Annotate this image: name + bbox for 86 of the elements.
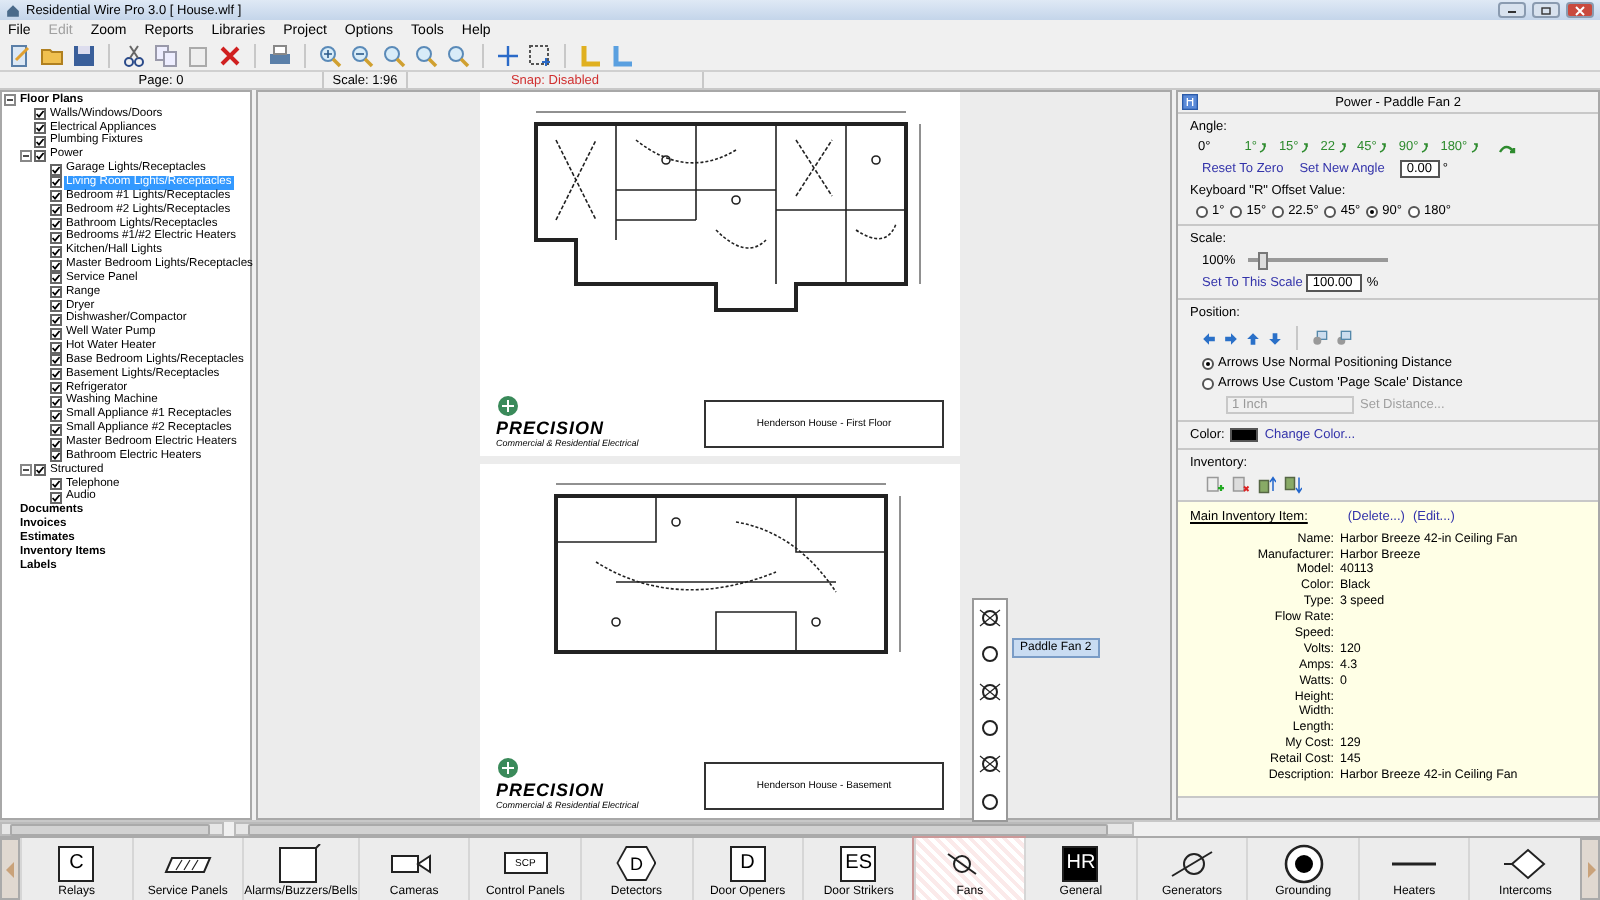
zoom-out-icon[interactable] bbox=[348, 41, 376, 69]
checkbox[interactable] bbox=[50, 450, 62, 463]
rotate-icon bbox=[1378, 141, 1389, 153]
company-name: PRECISION bbox=[496, 780, 605, 800]
checkbox[interactable] bbox=[50, 382, 62, 395]
symbol-icon: HR bbox=[1062, 845, 1099, 881]
app-icon bbox=[6, 3, 20, 17]
checkbox[interactable] bbox=[34, 464, 46, 477]
add-item-icon[interactable] bbox=[1206, 476, 1224, 494]
checkbox[interactable] bbox=[50, 491, 62, 504]
maximize-icon bbox=[1540, 5, 1552, 15]
checkbox[interactable] bbox=[50, 313, 62, 326]
new-document-icon[interactable] bbox=[6, 41, 34, 69]
select-area-icon[interactable] bbox=[526, 41, 554, 69]
checkbox[interactable] bbox=[50, 286, 62, 299]
collapse-icon[interactable] bbox=[4, 94, 16, 107]
heater-symbol-icon bbox=[1390, 859, 1439, 867]
print-icon[interactable] bbox=[266, 41, 294, 69]
move-down-icon[interactable] bbox=[1284, 476, 1302, 494]
maximize-button[interactable] bbox=[1532, 2, 1560, 18]
symbol-icon: D bbox=[729, 845, 766, 881]
zoom-fit-icon[interactable] bbox=[380, 41, 408, 69]
checkbox[interactable] bbox=[50, 204, 62, 217]
symbol-icon: ES bbox=[840, 845, 877, 881]
checkbox[interactable] bbox=[50, 218, 62, 231]
logo-icon bbox=[496, 394, 520, 418]
checkbox[interactable] bbox=[50, 259, 62, 272]
company-name: PRECISION bbox=[496, 418, 605, 438]
collapse-icon[interactable] bbox=[20, 464, 32, 477]
symbol-icon: C bbox=[58, 845, 95, 881]
diamond-symbol-icon bbox=[1501, 847, 1550, 879]
minimize-icon bbox=[1506, 6, 1518, 14]
zoom-page-icon[interactable] bbox=[412, 41, 440, 69]
minimize-button[interactable] bbox=[1498, 2, 1526, 18]
triangle-right-icon bbox=[1585, 861, 1595, 877]
up-arrow-icon[interactable] bbox=[1246, 331, 1260, 345]
close-button[interactable] bbox=[1566, 2, 1594, 18]
checkbox[interactable] bbox=[34, 122, 46, 135]
checkbox[interactable] bbox=[34, 149, 46, 162]
grounding-symbol-icon bbox=[1283, 843, 1324, 883]
right-arrow-icon[interactable] bbox=[1224, 331, 1238, 345]
hexagon-symbol-icon: D bbox=[616, 845, 657, 881]
checkbox[interactable] bbox=[50, 245, 62, 258]
checkbox[interactable] bbox=[50, 368, 62, 381]
checkbox[interactable] bbox=[34, 108, 46, 121]
move-up-icon[interactable] bbox=[1258, 476, 1276, 494]
collapse-icon[interactable] bbox=[20, 149, 32, 162]
checkbox[interactable] bbox=[50, 272, 62, 285]
crosshair-icon[interactable] bbox=[494, 41, 522, 69]
triangle-left-icon bbox=[5, 861, 15, 877]
checkbox[interactable] bbox=[50, 190, 62, 203]
checkbox[interactable] bbox=[50, 423, 62, 436]
box-symbol-icon bbox=[278, 843, 323, 883]
rotate-icon[interactable] bbox=[1497, 141, 1516, 153]
send-back-icon[interactable] bbox=[1336, 330, 1352, 346]
checkbox[interactable] bbox=[34, 135, 46, 148]
rotate-icon bbox=[1469, 141, 1480, 153]
rotate-icon bbox=[1300, 141, 1311, 153]
checkbox[interactable] bbox=[50, 231, 62, 244]
checkbox[interactable] bbox=[50, 395, 62, 408]
bring-front-icon[interactable] bbox=[1312, 330, 1328, 346]
zoom-window-icon[interactable] bbox=[444, 41, 472, 69]
checkbox[interactable] bbox=[50, 409, 62, 422]
checkbox[interactable] bbox=[50, 327, 62, 340]
checkbox[interactable] bbox=[50, 354, 62, 367]
checkbox[interactable] bbox=[50, 176, 62, 189]
close-icon bbox=[1574, 5, 1586, 15]
rotate-icon bbox=[1337, 141, 1348, 153]
generator-symbol-icon bbox=[1168, 849, 1217, 877]
slider-thumb[interactable] bbox=[1258, 252, 1269, 270]
zoom-in-icon[interactable] bbox=[316, 41, 344, 69]
rotate-icon bbox=[1420, 141, 1431, 153]
checkbox[interactable] bbox=[50, 437, 62, 450]
remove-item-icon[interactable] bbox=[1232, 476, 1250, 494]
down-arrow-icon[interactable] bbox=[1268, 331, 1282, 345]
delete-icon[interactable] bbox=[216, 41, 244, 69]
checkbox[interactable] bbox=[50, 341, 62, 354]
rotate-icon bbox=[1258, 141, 1269, 153]
cut-icon[interactable] bbox=[120, 41, 148, 69]
save-icon[interactable] bbox=[70, 41, 98, 69]
logo-icon bbox=[496, 756, 520, 780]
left-arrow-icon[interactable] bbox=[1202, 331, 1216, 345]
checkbox[interactable] bbox=[50, 478, 62, 491]
panel-symbol-icon bbox=[163, 853, 212, 873]
checkbox[interactable] bbox=[50, 163, 62, 176]
checkbox[interactable] bbox=[50, 300, 62, 313]
